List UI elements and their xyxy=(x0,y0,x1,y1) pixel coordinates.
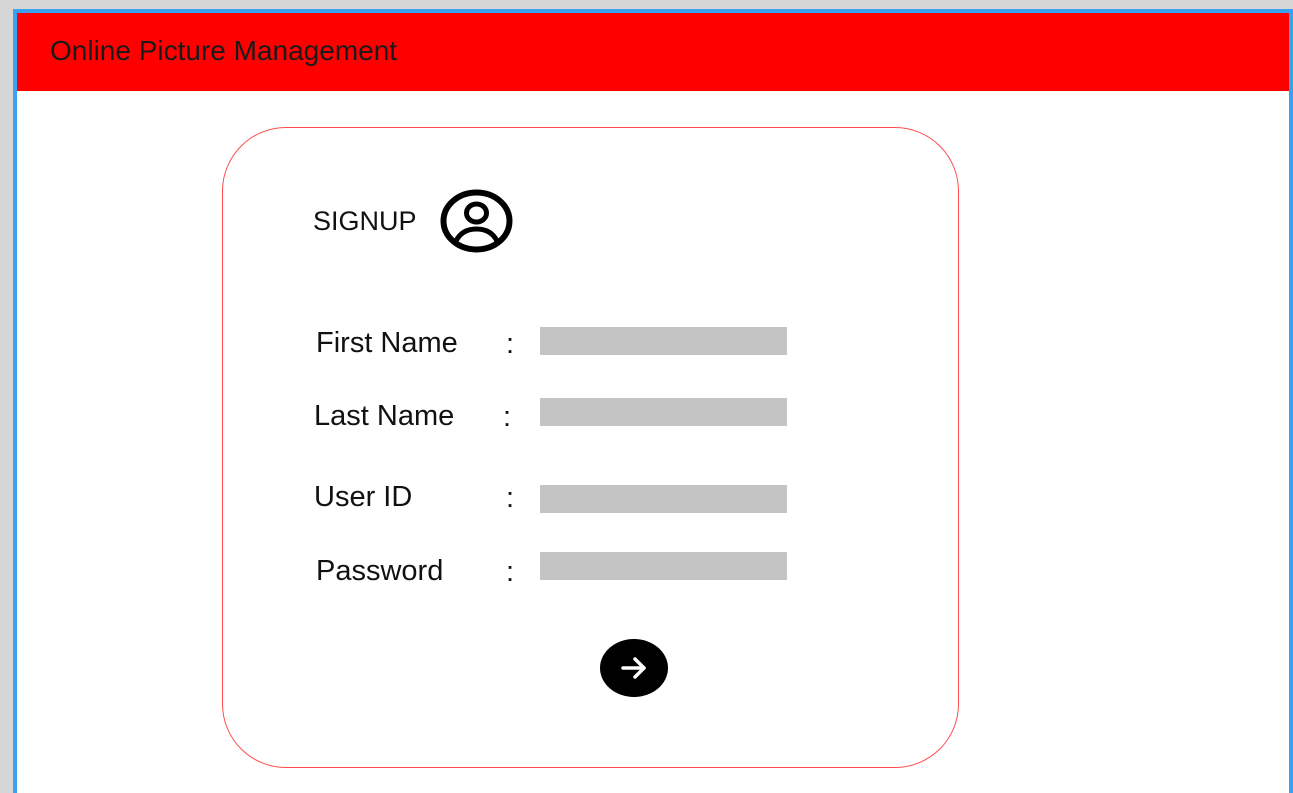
password-label: Password xyxy=(316,555,444,587)
signup-title: SIGNUP xyxy=(313,206,417,236)
submit-button[interactable] xyxy=(600,639,668,697)
first-name-colon: : xyxy=(506,328,515,360)
browser-frame: Online Picture Management SIGNUP First N… xyxy=(13,9,1293,793)
arrow-right-icon xyxy=(621,657,646,679)
signup-card: SIGNUP First Name : Last Name : User ID … xyxy=(222,127,959,768)
last-name-colon: : xyxy=(503,401,512,433)
user-id-colon: : xyxy=(506,482,515,514)
user-id-input[interactable] xyxy=(540,485,787,513)
user-id-label: User ID xyxy=(314,481,413,513)
first-name-label: First Name xyxy=(316,327,458,359)
last-name-label: Last Name xyxy=(314,400,455,432)
app-title: Online Picture Management xyxy=(50,35,398,66)
first-name-input[interactable] xyxy=(540,327,787,355)
app-header: Online Picture Management xyxy=(17,13,1289,91)
last-name-input[interactable] xyxy=(540,398,787,426)
password-input[interactable] xyxy=(540,552,787,580)
app-window: Online Picture Management SIGNUP First N… xyxy=(0,0,1293,793)
account-circle-icon xyxy=(440,189,513,253)
password-colon: : xyxy=(506,556,515,588)
